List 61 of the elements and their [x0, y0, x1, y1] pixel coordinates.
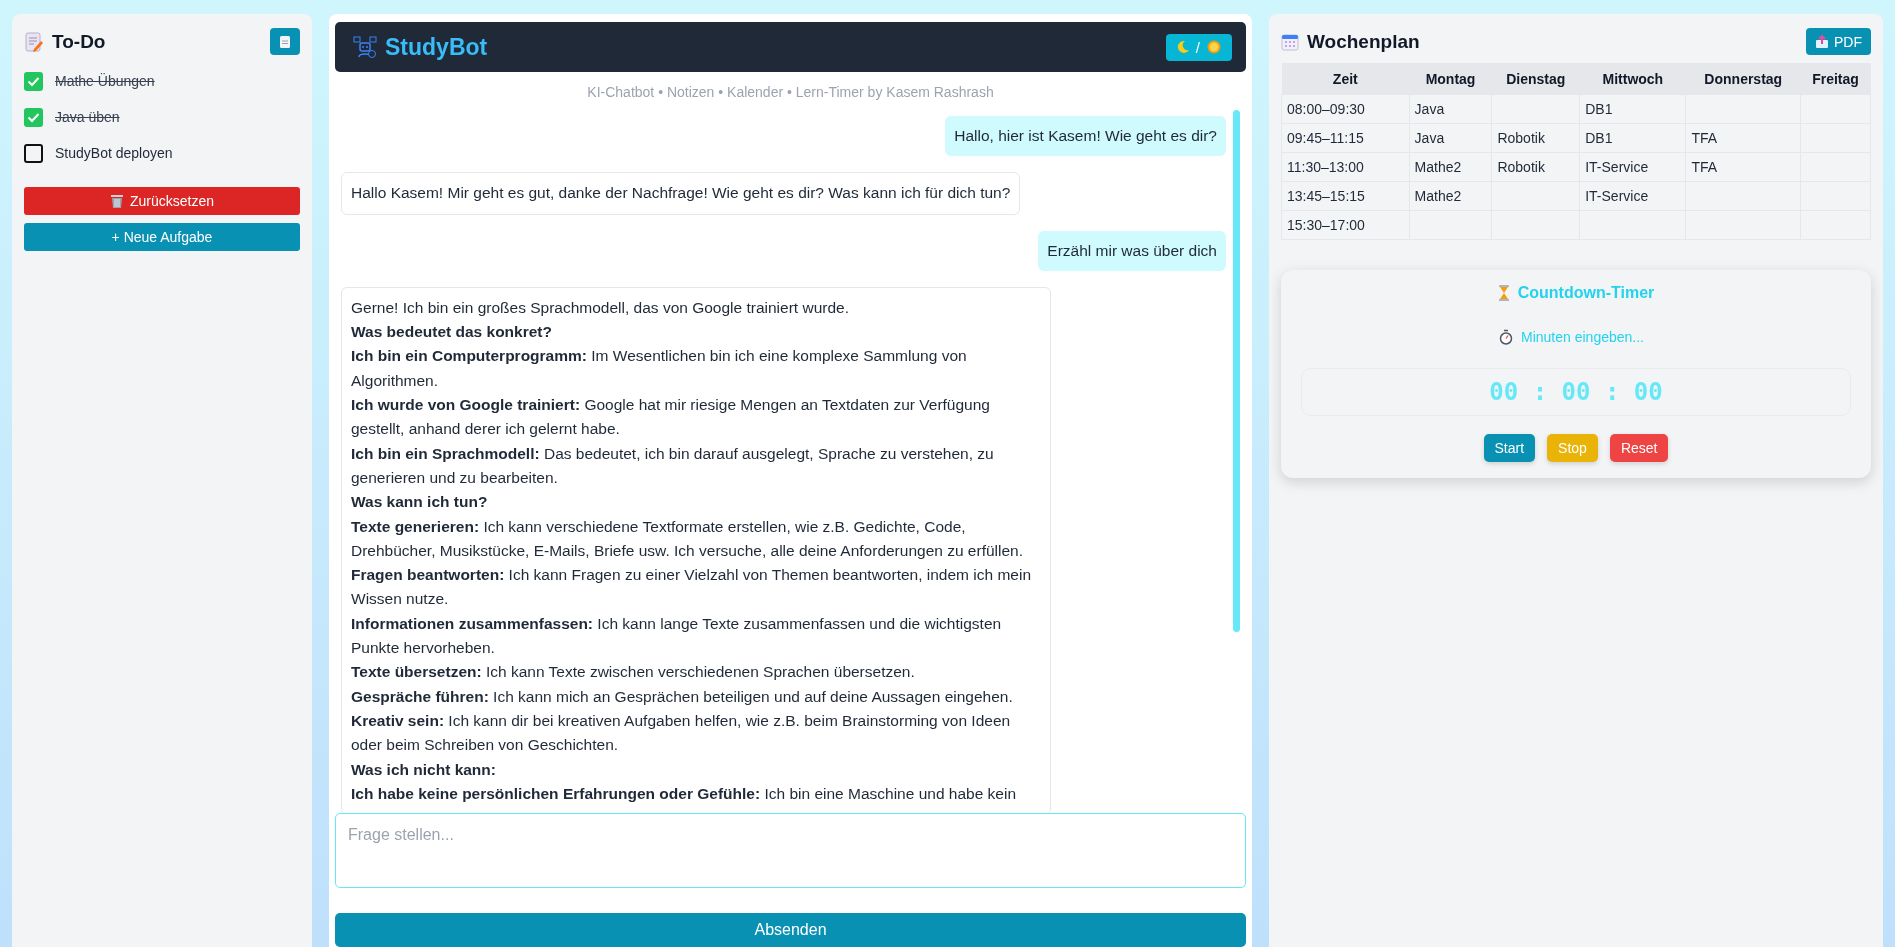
- sun-icon: [1206, 39, 1222, 55]
- table-cell: Java: [1409, 123, 1492, 153]
- memo-icon: [24, 30, 44, 53]
- hourglass-icon: [1497, 285, 1510, 301]
- table-cell: 09:45–11:15: [1281, 123, 1410, 153]
- panel-title: To-Do: [52, 30, 106, 53]
- add-task-button[interactable]: + Neue Aufgabe: [24, 223, 300, 251]
- bot-message: Hallo Kasem! Mir geht es gut, danke der Nachfrage! Wie geht es dir? Was kann ich für dich tun?: [341, 172, 1021, 215]
- robot-icon: [353, 35, 377, 59]
- checkbox[interactable]: [24, 143, 43, 163]
- column-header: Montag: [1409, 63, 1492, 95]
- table-cell: Mathe2: [1409, 152, 1492, 182]
- bot-message: Gerne! Ich bin ein großes Sprachmodell, das von Google trainiert wurde. Was bedeutet das konkret? Ich bin ein Computerprogramm: Im Wesentlichen bin ich eine komplexe Sammlung von Algorithmen. Ich wurde von Google trainiert: Google hat mir riesige Mengen an Textdaten zur Verfügung gestellt, anhand derer ich gelernt habe. Ich bin ein Sprachmodell: Das bedeutet, ich bin darauf ausgelegt, Sprache zu verstehen, zu generieren und zu bearbeiten. Was kann ich tun? Texte generieren: Ich kann verschiedene Textformate erstellen, wie z.B. Gedichte, Code, Drehbücher, Musikstücke, E-Mails, Briefe usw. Ich versuche, alle deine Anforderungen zu erfüllen. Fragen beantworten: Ich kann Fragen zu einer Vielzahl von Themen beantworten, indem ich mein Wissen nutze. Informationen zusammenfassen: Ich kann lange Texte zusammenfassen und die wichtigsten Punkte hervorheben. Texte übersetzen: Ich kann Texte zwischen verschiedenen Sprachen übersetzen. Gespräche führen: Ich kann mich an Gesprächen beteiligen und auf deine Aussagen eingehen. Kreativ sein: Ich kann dir bei kreativen Aufgaben helfen, wie z.B. beim Brainstorming von Ideen oder beim Schreiben von Geschichten. Was ich nicht kann: Ich habe keine persönlichen Erfahrungen oder Gefühle: Ich bin eine Maschine und habe kein: [341, 286, 1051, 813]
- checkbox[interactable]: [24, 107, 43, 127]
- table-cell: 11:30–13:00: [1281, 152, 1410, 182]
- table-cell: IT-Service: [1579, 152, 1686, 182]
- document-icon: [279, 34, 291, 49]
- reset-button[interactable]: Reset: [1609, 434, 1669, 462]
- table-cell: 13:45–15:15: [1281, 181, 1410, 211]
- question-input[interactable]: Frage stellen...: [335, 813, 1246, 888]
- pdf-button[interactable]: PDF: [1806, 28, 1871, 55]
- task-text: Java üben: [55, 109, 120, 125]
- table-cell: DB1: [1579, 94, 1686, 124]
- user-message: Hallo, hier ist Kasem! Wie geht es dir?: [945, 116, 1226, 157]
- table-cell: 08:00–09:30: [1281, 94, 1410, 124]
- notes-button[interactable]: [270, 28, 300, 55]
- column-header: Zeit: [1281, 63, 1410, 95]
- table-cell: TFA: [1685, 152, 1801, 182]
- user-message: Erzähl mir was über dich: [1038, 230, 1226, 271]
- task-text: Mathe Übungen: [55, 73, 155, 89]
- table-cell: Mathe2: [1409, 181, 1492, 211]
- column-header: Mittwoch: [1579, 63, 1686, 95]
- table-cell: 15:30–17:00: [1281, 210, 1410, 240]
- table-cell: Robotik: [1491, 123, 1580, 153]
- trash-icon: [109, 193, 124, 209]
- reset-button[interactable]: Zurücksetzen: [24, 187, 300, 215]
- table-cell: Robotik: [1491, 152, 1580, 182]
- task-text: StudyBot deployen: [55, 145, 173, 161]
- column-header: Dienstag: [1491, 63, 1580, 95]
- moon-icon: [1175, 40, 1190, 54]
- calendar-icon: [1281, 32, 1299, 51]
- subtitle: KI-Chatbot • Notizen • Kalender • Lern-Timer by Kasem Rashrash: [586, 84, 995, 100]
- timer-title: Countdown-Timer: [1517, 284, 1655, 302]
- checkbox[interactable]: [24, 71, 43, 91]
- app-title: StudyBot: [385, 33, 488, 61]
- send-button[interactable]: Absenden: [335, 913, 1246, 947]
- table-cell: TFA: [1685, 123, 1801, 153]
- timer-display: 00 : 00 : 00: [1301, 368, 1851, 416]
- export-icon: [1815, 34, 1829, 49]
- table-cell: DB1: [1579, 123, 1686, 153]
- scrollbar-thumb[interactable]: [1233, 110, 1240, 632]
- stop-button[interactable]: Stop: [1547, 434, 1598, 462]
- table-cell: IT-Service: [1579, 181, 1686, 211]
- stopwatch-icon: [1499, 329, 1513, 345]
- table-cell: Java: [1409, 94, 1492, 124]
- theme-toggle[interactable]: /: [1165, 33, 1232, 61]
- column-header: Freitag: [1800, 63, 1871, 95]
- panel-title: Wochenplan: [1307, 30, 1420, 53]
- minutes-input[interactable]: Minuten eingeben...: [1519, 328, 1653, 346]
- start-button[interactable]: Start: [1483, 434, 1536, 462]
- column-header: Donnerstag: [1685, 63, 1801, 95]
